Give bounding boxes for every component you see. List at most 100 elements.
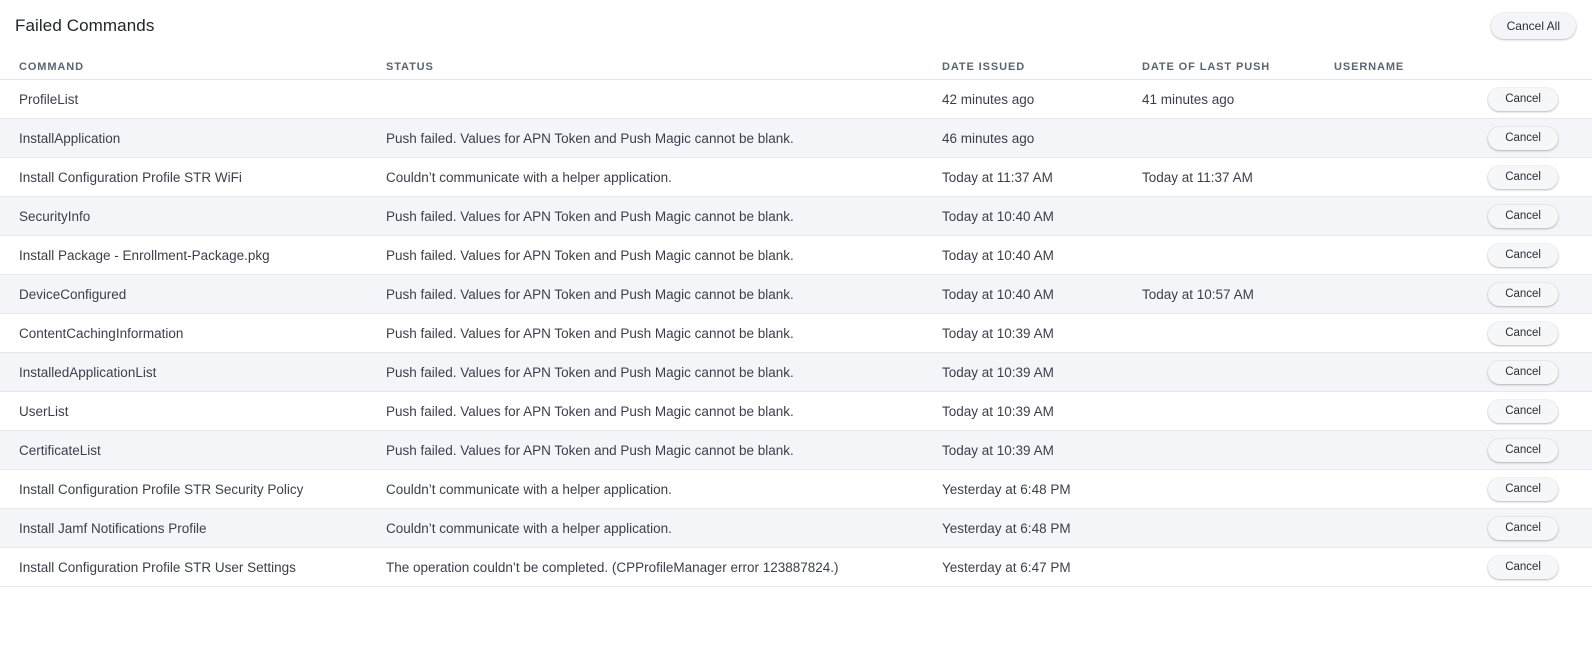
date-last-push-cell: Today at 10:57 AM <box>1142 274 1334 314</box>
date-last-push-cell <box>1142 118 1334 158</box>
date-issued-cell: Yesterday at 6:48 PM <box>942 508 1142 548</box>
cancel-command-button[interactable]: Cancel <box>1488 438 1558 462</box>
actions-cell: Cancel <box>1459 313 1592 353</box>
date-last-push-cell <box>1142 196 1334 236</box>
command-cell: Install Configuration Profile STR User S… <box>0 547 386 587</box>
cancel-command-button[interactable]: Cancel <box>1488 360 1558 384</box>
date-issued-cell: Today at 10:39 AM <box>942 430 1142 470</box>
date-issued-cell: Yesterday at 6:48 PM <box>942 469 1142 509</box>
cancel-command-button[interactable]: Cancel <box>1488 516 1558 540</box>
actions-cell: Cancel <box>1459 196 1592 236</box>
status-cell: Push failed. Values for APN Token and Pu… <box>386 352 942 392</box>
status-cell: Push failed. Values for APN Token and Pu… <box>386 274 942 314</box>
command-cell: ProfileList <box>0 79 386 119</box>
table-row[interactable]: Install Jamf Notifications Profile Couldn… <box>0 508 1592 548</box>
page-title: Failed Commands <box>15 16 155 35</box>
table-header-row: COMMAND STATUS DATE ISSUED DATE OF LAST … <box>0 54 1592 80</box>
date-issued-cell: Today at 10:40 AM <box>942 235 1142 275</box>
date-issued-cell: Today at 11:37 AM <box>942 157 1142 197</box>
status-cell: Push failed. Values for APN Token and Pu… <box>386 430 942 470</box>
date-last-push-cell <box>1142 313 1334 353</box>
status-cell: Push failed. Values for APN Token and Pu… <box>386 235 942 275</box>
table-row[interactable]: UserList Push failed. Values for APN Toke… <box>0 391 1592 431</box>
column-header-date-issued[interactable]: DATE ISSUED <box>942 54 1142 80</box>
status-cell: Push failed. Values for APN Token and Pu… <box>386 118 942 158</box>
cancel-command-button[interactable]: Cancel <box>1488 477 1558 501</box>
username-cell <box>1334 430 1459 470</box>
command-cell: Install Jamf Notifications Profile <box>0 508 386 548</box>
date-last-push-cell: 41 minutes ago <box>1142 79 1334 119</box>
date-issued-cell: Today at 10:39 AM <box>942 391 1142 431</box>
table-row[interactable]: Install Configuration Profile STR WiFi Co… <box>0 157 1592 197</box>
actions-cell: Cancel <box>1459 469 1592 509</box>
table-row[interactable]: SecurityInfo Push failed. Values for APN … <box>0 196 1592 236</box>
table-row[interactable]: DeviceConfigured Push failed. Values for … <box>0 274 1592 314</box>
command-cell: CertificateList <box>0 430 386 470</box>
command-cell: DeviceConfigured <box>0 274 386 314</box>
username-cell <box>1334 508 1459 548</box>
actions-cell: Cancel <box>1459 79 1592 119</box>
status-cell: Couldn’t communicate with a helper appli… <box>386 469 942 509</box>
table-body: ProfileList 42 minutes ago 41 minutes ago C… <box>0 79 1592 587</box>
actions-cell: Cancel <box>1459 547 1592 587</box>
command-cell: InstallApplication <box>0 118 386 158</box>
panel-header: Failed Commands Cancel All <box>0 0 1592 54</box>
username-cell <box>1334 352 1459 392</box>
column-header-status[interactable]: STATUS <box>386 54 942 80</box>
column-header-username[interactable]: USERNAME <box>1334 54 1459 80</box>
actions-cell: Cancel <box>1459 235 1592 275</box>
table-row[interactable]: ProfileList 42 minutes ago 41 minutes ago C… <box>0 79 1592 119</box>
username-cell <box>1334 157 1459 197</box>
status-cell: Couldn’t communicate with a helper appli… <box>386 157 942 197</box>
table-row[interactable]: Install Configuration Profile STR User S… <box>0 547 1592 587</box>
cancel-command-button[interactable]: Cancel <box>1488 165 1558 189</box>
date-last-push-cell <box>1142 547 1334 587</box>
cancel-command-button[interactable]: Cancel <box>1488 204 1558 228</box>
status-cell: Push failed. Values for APN Token and Pu… <box>386 391 942 431</box>
command-cell: Install Configuration Profile STR WiFi <box>0 157 386 197</box>
failed-commands-panel: Failed Commands Cancel All COMMAND STATU… <box>0 0 1592 654</box>
cancel-command-button[interactable]: Cancel <box>1488 126 1558 150</box>
table-row[interactable]: InstalledApplicationList Push failed. Val… <box>0 352 1592 392</box>
command-cell: InstalledApplicationList <box>0 352 386 392</box>
table-row[interactable]: CertificateList Push failed. Values for A… <box>0 430 1592 470</box>
command-cell: Install Configuration Profile STR Securi… <box>0 469 386 509</box>
status-cell: Push failed. Values for APN Token and Pu… <box>386 196 942 236</box>
actions-cell: Cancel <box>1459 352 1592 392</box>
date-issued-cell: 46 minutes ago <box>942 118 1142 158</box>
date-issued-cell: Today at 10:40 AM <box>942 274 1142 314</box>
username-cell <box>1334 391 1459 431</box>
cancel-all-button[interactable]: Cancel All <box>1490 13 1576 39</box>
username-cell <box>1334 469 1459 509</box>
column-header-actions <box>1459 54 1592 80</box>
column-header-command[interactable]: COMMAND <box>0 54 386 80</box>
table-row[interactable]: ContentCachingInformation Push failed. Va… <box>0 313 1592 353</box>
table-row[interactable]: InstallApplication Push failed. Values fo… <box>0 118 1592 158</box>
actions-cell: Cancel <box>1459 274 1592 314</box>
actions-cell: Cancel <box>1459 430 1592 470</box>
status-cell: The operation couldn’t be completed. (CP… <box>386 547 942 587</box>
actions-cell: Cancel <box>1459 118 1592 158</box>
status-cell: Couldn’t communicate with a helper appli… <box>386 508 942 548</box>
column-header-date-of-last-push[interactable]: DATE OF LAST PUSH <box>1142 54 1334 80</box>
date-issued-cell: Today at 10:40 AM <box>942 196 1142 236</box>
table-row[interactable]: Install Package - Enrollment-Package.pkg… <box>0 235 1592 275</box>
command-cell: ContentCachingInformation <box>0 313 386 353</box>
cancel-command-button[interactable]: Cancel <box>1488 321 1558 345</box>
cancel-command-button[interactable]: Cancel <box>1488 87 1558 111</box>
username-cell <box>1334 274 1459 314</box>
actions-cell: Cancel <box>1459 157 1592 197</box>
actions-cell: Cancel <box>1459 391 1592 431</box>
username-cell <box>1334 547 1459 587</box>
username-cell <box>1334 196 1459 236</box>
cancel-command-button[interactable]: Cancel <box>1488 243 1558 267</box>
date-last-push-cell: Today at 11:37 AM <box>1142 157 1334 197</box>
date-last-push-cell <box>1142 352 1334 392</box>
date-last-push-cell <box>1142 391 1334 431</box>
cancel-command-button[interactable]: Cancel <box>1488 282 1558 306</box>
cancel-command-button[interactable]: Cancel <box>1488 555 1558 579</box>
cancel-command-button[interactable]: Cancel <box>1488 399 1558 423</box>
status-cell: Push failed. Values for APN Token and Pu… <box>386 313 942 353</box>
date-last-push-cell <box>1142 508 1334 548</box>
table-row[interactable]: Install Configuration Profile STR Securi… <box>0 469 1592 509</box>
